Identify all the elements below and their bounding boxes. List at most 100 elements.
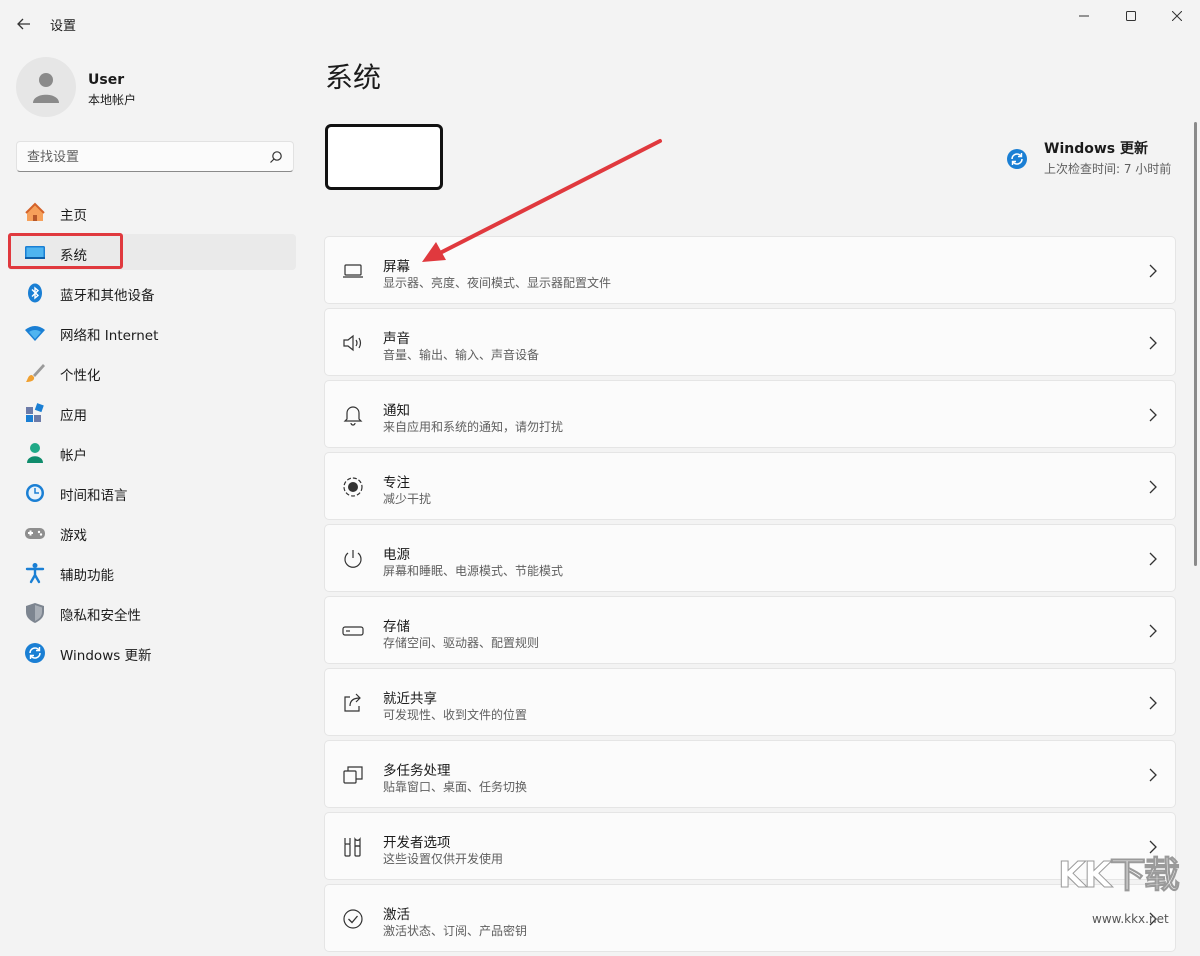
update-icon [1007, 149, 1027, 169]
card-subtitle: 这些设置仅供开发使用 [383, 852, 504, 866]
card-power[interactable]: 电源 屏幕和睡眠、电源模式、节能模式 [324, 524, 1176, 592]
nav-label: 隐私和安全性 [60, 608, 141, 624]
speaker-icon [341, 331, 365, 355]
card-storage[interactable]: 存储 存储空间、驱动器、配置规则 [324, 596, 1176, 664]
minimize-icon [1079, 15, 1089, 17]
developer-icon [341, 835, 365, 859]
app-title: 设置 [50, 19, 77, 34]
nav-item-network[interactable]: 网络和 Internet [8, 314, 296, 350]
nav-label: Windows 更新 [60, 648, 152, 664]
avatar[interactable] [16, 57, 76, 117]
page-title: 系统 [325, 61, 382, 94]
nav-item-bluetooth[interactable]: 蓝牙和其他设备 [8, 274, 296, 310]
chevron-right-icon [1149, 552, 1157, 566]
update-title: Windows 更新 [1044, 141, 1148, 157]
sidebar: User 本地帐户 主页 系统 蓝牙和其他设备 [0, 46, 310, 932]
card-title: 多任务处理 [383, 763, 451, 779]
annotation-highlight-box [8, 233, 123, 269]
search-box[interactable] [16, 141, 294, 173]
nav-label: 应用 [60, 408, 87, 424]
time-language-icon [24, 482, 46, 504]
card-title: 声音 [383, 331, 410, 347]
device-thumbnail [325, 124, 443, 190]
user-account-type: 本地帐户 [88, 93, 137, 107]
card-subtitle: 来自应用和系统的通知，请勿打扰 [383, 420, 564, 434]
nav-item-accounts[interactable]: 帐户 [8, 434, 296, 470]
card-multitasking[interactable]: 多任务处理 贴靠窗口、桌面、任务切换 [324, 740, 1176, 808]
back-button[interactable] [10, 10, 38, 38]
card-activation[interactable]: 激活 激活状态、订阅、产品密钥 [324, 884, 1176, 952]
nav-item-gaming[interactable]: 游戏 [8, 514, 296, 550]
power-icon [341, 547, 365, 571]
card-subtitle: 音量、输出、输入、声音设备 [383, 348, 540, 362]
settings-card-list: 屏幕 显示器、亮度、夜间模式、显示器配置文件 声音 音量、输出、输入、声音设备 … [324, 236, 1176, 956]
watermark-logo: KK下载 [1058, 855, 1181, 897]
activation-icon [341, 907, 365, 931]
card-display[interactable]: 屏幕 显示器、亮度、夜间模式、显示器配置文件 [324, 236, 1176, 304]
nav-item-time-language[interactable]: 时间和语言 [8, 474, 296, 510]
card-title: 电源 [383, 547, 410, 563]
card-title: 专注 [383, 475, 410, 491]
nav-item-windows-update[interactable]: Windows 更新 [8, 634, 296, 670]
scrollbar[interactable] [1194, 122, 1197, 566]
chevron-right-icon [1149, 768, 1157, 782]
search-icon[interactable] [269, 150, 283, 164]
close-button[interactable] [1154, 0, 1200, 32]
bell-icon [341, 403, 365, 427]
card-subtitle: 贴靠窗口、桌面、任务切换 [383, 780, 528, 794]
title-bar: 设置 [0, 0, 1200, 46]
apps-icon [24, 402, 46, 424]
windows-update-status[interactable]: Windows 更新 上次检查时间: 7 小时前 [1006, 138, 1176, 180]
brush-icon [24, 362, 46, 384]
maximize-icon [1126, 11, 1136, 21]
nav-item-privacy[interactable]: 隐私和安全性 [8, 594, 296, 630]
card-subtitle: 减少干扰 [383, 492, 432, 506]
bluetooth-icon [24, 282, 46, 304]
nav-label: 游戏 [60, 528, 87, 544]
nav-item-home[interactable]: 主页 [8, 194, 296, 230]
watermark: KK下载 www.kkx.net [1058, 846, 1198, 932]
maximize-button[interactable] [1108, 0, 1154, 32]
card-focus[interactable]: 专注 减少干扰 [324, 452, 1176, 520]
card-title: 通知 [383, 403, 410, 419]
nav-label: 个性化 [60, 368, 101, 384]
card-title: 就近共享 [383, 691, 437, 707]
minimize-button[interactable] [1061, 0, 1107, 32]
watermark-url: www.kkx.net [1092, 912, 1169, 926]
update-icon [24, 642, 46, 664]
card-title: 屏幕 [383, 259, 410, 275]
storage-icon [341, 619, 365, 643]
wifi-icon [24, 322, 46, 344]
card-sound[interactable]: 声音 音量、输出、输入、声音设备 [324, 308, 1176, 376]
card-nearby-sharing[interactable]: 就近共享 可发现性、收到文件的位置 [324, 668, 1176, 736]
nav-item-personalization[interactable]: 个性化 [8, 354, 296, 390]
nav-label: 时间和语言 [60, 488, 128, 504]
chevron-right-icon [1149, 336, 1157, 350]
nav-label: 帐户 [60, 448, 87, 464]
nav-label: 辅助功能 [60, 568, 114, 584]
card-subtitle: 存储空间、驱动器、配置规则 [383, 636, 540, 650]
shield-icon [24, 602, 46, 624]
chevron-right-icon [1149, 408, 1157, 422]
card-subtitle: 显示器、亮度、夜间模式、显示器配置文件 [383, 276, 612, 290]
user-avatar-icon [33, 73, 59, 103]
card-developer-options[interactable]: 开发者选项 这些设置仅供开发使用 [324, 812, 1176, 880]
nav-item-apps[interactable]: 应用 [8, 394, 296, 430]
account-icon [24, 442, 46, 464]
chevron-right-icon [1149, 624, 1157, 638]
nav-label: 主页 [60, 208, 87, 224]
home-icon [24, 202, 46, 224]
card-title: 激活 [383, 907, 410, 923]
card-notifications[interactable]: 通知 来自应用和系统的通知，请勿打扰 [324, 380, 1176, 448]
accessibility-icon [24, 562, 46, 584]
back-arrow-icon [17, 18, 30, 30]
nav-label: 蓝牙和其他设备 [60, 288, 155, 304]
chevron-right-icon [1149, 480, 1157, 494]
card-title: 开发者选项 [383, 835, 451, 851]
update-last-checked: 上次检查时间: 7 小时前 [1044, 162, 1172, 176]
focus-icon [341, 475, 365, 499]
share-icon [341, 691, 365, 715]
nav-item-accessibility[interactable]: 辅助功能 [8, 554, 296, 590]
card-title: 存储 [383, 619, 410, 635]
search-input[interactable] [17, 142, 269, 173]
